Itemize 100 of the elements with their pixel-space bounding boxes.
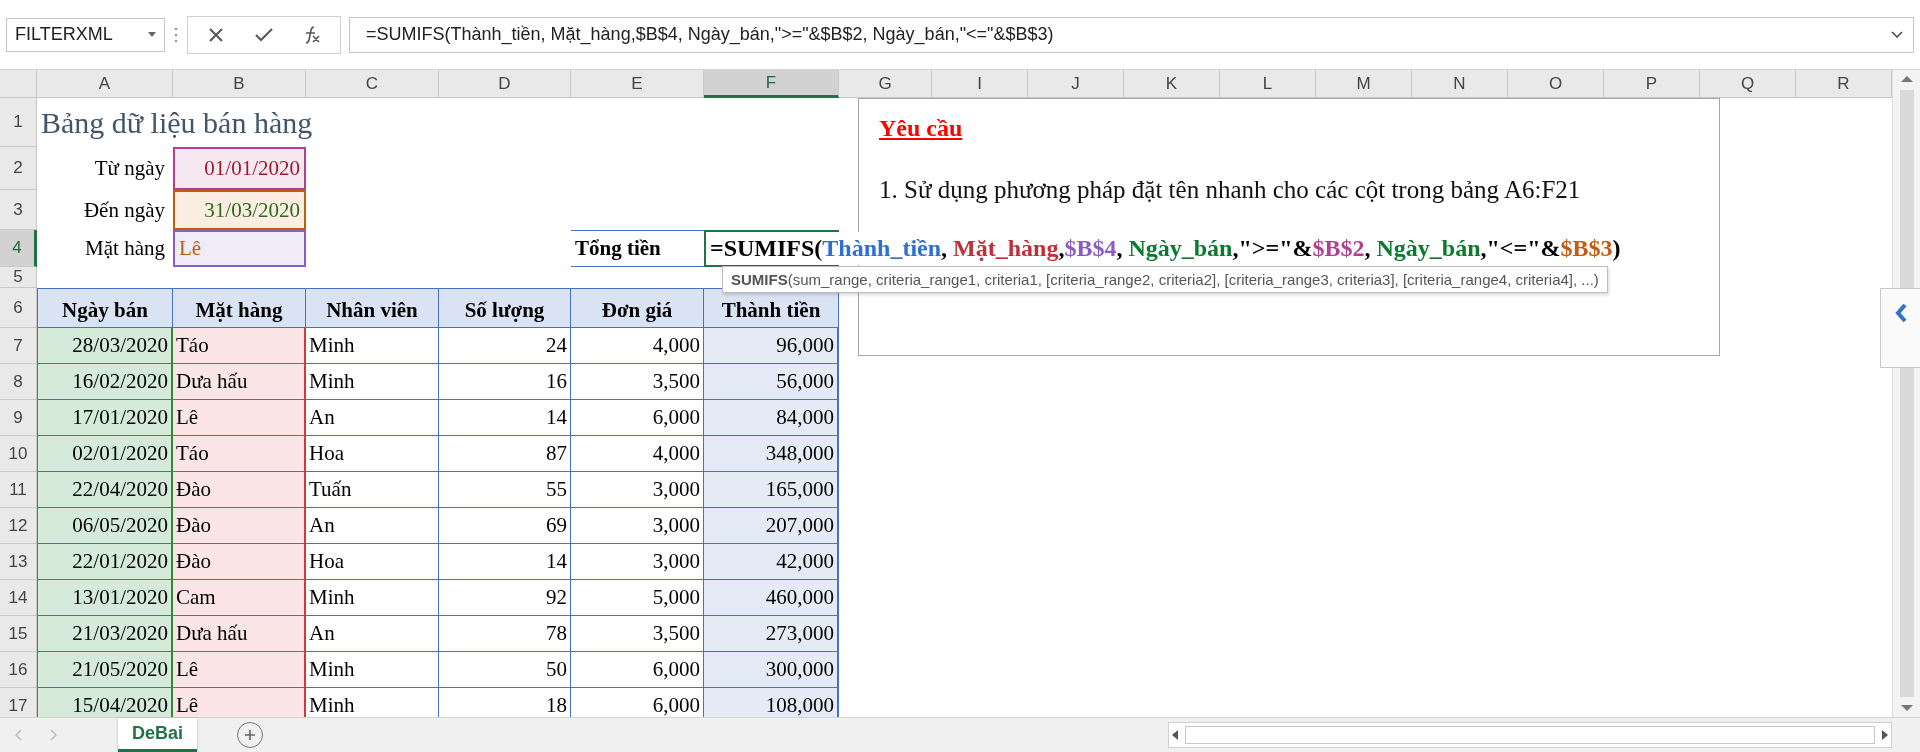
- row-header[interactable]: 9: [0, 400, 37, 436]
- table-cell: 28/03/2020: [37, 328, 173, 364]
- pane-toggle-button[interactable]: [1880, 288, 1920, 368]
- table-cell: 56,000: [704, 364, 839, 400]
- column-header[interactable]: C: [306, 70, 439, 98]
- criteria-label: Từ ngày: [93, 155, 166, 182]
- table-cell: Đào: [173, 508, 306, 544]
- column-heading: Đơn giá: [571, 288, 704, 328]
- row-header[interactable]: 5: [0, 267, 37, 288]
- criteria-cell[interactable]: Lê: [173, 230, 306, 267]
- chevron-left-icon: [14, 729, 22, 741]
- column-header[interactable]: A: [37, 70, 173, 98]
- table-cell: 16/02/2020: [37, 364, 173, 400]
- row-header[interactable]: 1: [0, 98, 37, 147]
- check-icon: [255, 27, 273, 42]
- column-heading: Nhân viên: [306, 288, 439, 328]
- row-header[interactable]: 8: [0, 364, 37, 400]
- table-cell: 207,000: [704, 508, 839, 544]
- row-header[interactable]: 15: [0, 616, 37, 652]
- table-cell: An: [306, 508, 439, 544]
- column-heading: Ngày bán: [37, 288, 173, 328]
- criteria-label: Mặt hàng: [84, 235, 166, 262]
- row-header[interactable]: 6: [0, 288, 37, 328]
- table-cell: 3,500: [571, 616, 704, 652]
- table-cell: 22/04/2020: [37, 472, 173, 508]
- column-header[interactable]: G: [839, 70, 932, 98]
- expand-chevron-icon: [1891, 30, 1903, 39]
- row-header[interactable]: 11: [0, 472, 37, 508]
- table-cell: Táo: [173, 436, 306, 472]
- table-cell: Lê: [173, 688, 306, 717]
- table-cell: 108,000: [704, 688, 839, 717]
- column-heading: Số lượng: [439, 288, 571, 328]
- table-cell: 42,000: [704, 544, 839, 580]
- row-header[interactable]: 13: [0, 544, 37, 580]
- table-cell: 5,000: [571, 580, 704, 616]
- table-cell: 84,000: [704, 400, 839, 436]
- table-cell: Cam: [173, 580, 306, 616]
- sheet-tab[interactable]: DeBai: [118, 718, 198, 752]
- column-header[interactable]: E: [571, 70, 704, 98]
- column-header[interactable]: L: [1220, 70, 1316, 98]
- table-cell: 21/05/2020: [37, 652, 173, 688]
- row-header[interactable]: 16: [0, 652, 37, 688]
- name-box[interactable]: FILTERXML: [6, 17, 165, 52]
- column-header[interactable]: R: [1796, 70, 1892, 98]
- note-item: 1. Sử dụng phương pháp đặt tên nhanh cho các cột trong bảng A6:F21: [879, 176, 1581, 204]
- column-header[interactable]: K: [1124, 70, 1220, 98]
- scroll-up-icon[interactable]: [1900, 74, 1913, 84]
- table-cell: 96,000: [704, 328, 839, 364]
- formula-input[interactable]: =SUMIFS(Thành_tiền, Mặt_hàng,$B$4, Ngày_bán,">="&$B$2, Ngày_bán,"<="&$B$3): [349, 16, 1914, 53]
- row-header[interactable]: 12: [0, 508, 37, 544]
- table-cell: 87: [439, 436, 571, 472]
- table-cell: 300,000: [704, 652, 839, 688]
- plus-icon: [244, 729, 257, 741]
- column-header[interactable]: B: [173, 70, 306, 98]
- table-cell: Dưa hấu: [173, 616, 306, 652]
- table-cell: Minh: [306, 364, 439, 400]
- column-header[interactable]: P: [1604, 70, 1700, 98]
- table-cell: 165,000: [704, 472, 839, 508]
- column-header[interactable]: I: [932, 70, 1028, 98]
- note-title: Yêu cầu: [879, 115, 963, 142]
- criteria-label: Đến ngày: [82, 196, 166, 224]
- row-header[interactable]: 4: [0, 230, 37, 267]
- table-cell: 69: [439, 508, 571, 544]
- table-cell: 14: [439, 544, 571, 580]
- row-header[interactable]: 14: [0, 580, 37, 616]
- row-header[interactable]: 7: [0, 328, 37, 364]
- table-cell: 13/01/2020: [37, 580, 173, 616]
- row-header[interactable]: 10: [0, 436, 37, 472]
- chevron-left-icon: [1893, 303, 1908, 323]
- table-cell: 14: [439, 400, 571, 436]
- table-cell: 3,500: [571, 364, 704, 400]
- scroll-down-icon[interactable]: [1900, 703, 1913, 713]
- column-header[interactable]: N: [1412, 70, 1508, 98]
- table-cell: Hoa: [306, 544, 439, 580]
- table-cell: 21/03/2020: [37, 616, 173, 652]
- column-header[interactable]: D: [439, 70, 571, 98]
- close-icon: [208, 26, 224, 43]
- dropdown-caret-icon: [148, 32, 156, 37]
- column-header[interactable]: J: [1028, 70, 1124, 98]
- chevron-right-icon: [50, 729, 58, 741]
- row-header[interactable]: 2: [0, 147, 37, 190]
- row-header[interactable]: 3: [0, 190, 37, 230]
- table-cell: Lê: [173, 652, 306, 688]
- table-cell: 3,000: [571, 544, 704, 580]
- row-header[interactable]: 17: [0, 688, 37, 717]
- table-cell: 17/01/2020: [37, 400, 173, 436]
- criteria-cell[interactable]: 01/01/2020: [173, 147, 306, 190]
- sheet-title: Bảng dữ liệu bán hàng: [40, 105, 314, 140]
- table-cell: Minh: [306, 688, 439, 717]
- table-cell: 55: [439, 472, 571, 508]
- column-header[interactable]: O: [1508, 70, 1604, 98]
- function-tooltip: SUMIFS(sum_range, criteria_range1, criteria1, [criteria_range2, criteria2], [criteria_range3, criteria3], [criteria_range4, criteria4], ...): [722, 266, 1608, 293]
- table-cell: 24: [439, 328, 571, 364]
- table-cell: Minh: [306, 328, 439, 364]
- column-header[interactable]: F: [704, 70, 839, 98]
- column-header[interactable]: Q: [1700, 70, 1796, 98]
- table-cell: 78: [439, 616, 571, 652]
- column-header[interactable]: M: [1316, 70, 1412, 98]
- criteria-cell[interactable]: 31/03/2020: [173, 190, 306, 230]
- table-cell: Minh: [306, 652, 439, 688]
